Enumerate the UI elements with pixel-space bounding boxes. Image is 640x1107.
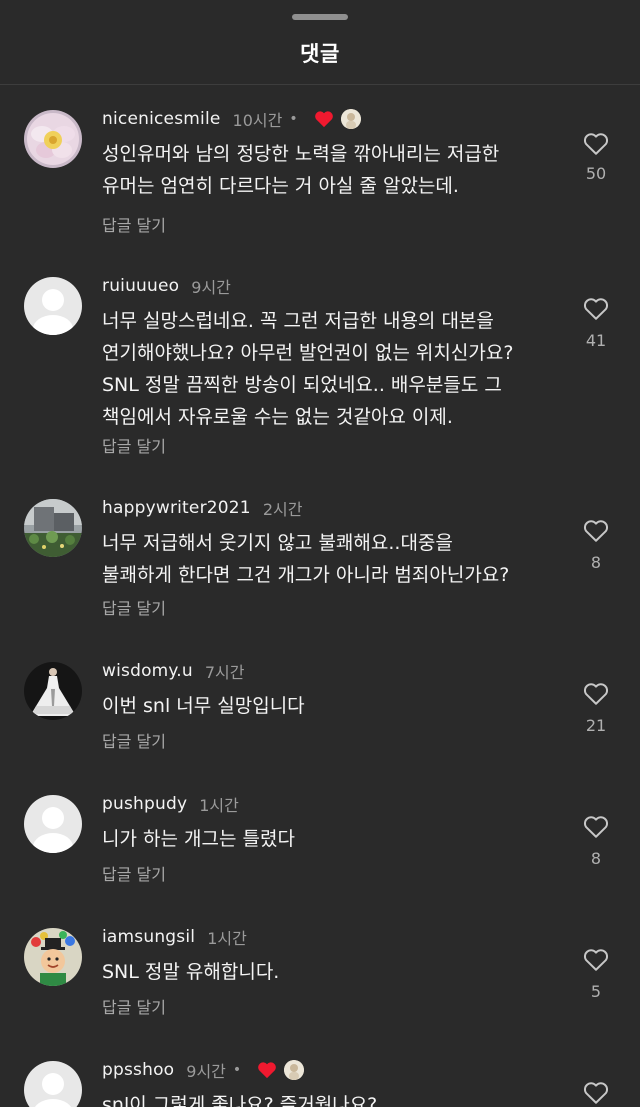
comment-text: 너무 실망스럽네요. 꼭 그런 저급한 내용의 대본을 연기해야했나요? 아무런… (102, 310, 514, 428)
comments-sheet: 댓글 nicenicesmile 10시간 • 성인유머와 남의 정당한 노력을… (0, 0, 640, 1107)
separator-dot: • (232, 1062, 242, 1078)
separator-dot: • (289, 111, 298, 127)
comment-meta: ruiuuueo 9시간 (102, 273, 231, 299)
username[interactable]: pushpudy (102, 794, 187, 814)
creator-avatar (284, 1060, 305, 1080)
comment-text: 너무 저급해서 웃기지 않고 불쾌해요..대중을 불쾌하게 한다면 그건 개그가… (102, 532, 510, 586)
heart-outline-icon[interactable] (583, 1081, 609, 1105)
like-count: 8 (590, 553, 602, 572)
comment-text: 니가 하는 개그는 틀렸다 (102, 828, 295, 850)
heart-filled-icon (314, 110, 334, 128)
heart-outline-icon[interactable] (583, 519, 609, 543)
garden-avatar-image (24, 499, 82, 557)
like-count: 41 (585, 331, 607, 350)
comment-time: 9시간 (186, 1062, 226, 1081)
default-avatar-image (24, 1061, 82, 1107)
reply-button[interactable]: 답글 달기 (102, 433, 166, 457)
avatar[interactable] (24, 1061, 82, 1107)
comment-meta: nicenicesmile 10시간 • (102, 106, 361, 132)
like-count: 50 (585, 164, 607, 183)
heart-outline-icon[interactable] (583, 815, 609, 839)
comment-time: 7시간 (204, 663, 245, 682)
header-divider (0, 84, 640, 85)
comment-text: 성인유머와 남의 정당한 노력을 깎아내리는 저급한 유머는 엄연히 다르다는 … (102, 143, 500, 197)
avatar[interactable] (24, 928, 82, 986)
username[interactable]: happywriter2021 (102, 498, 251, 518)
comment-time: 1시간 (207, 929, 247, 948)
comment-meta: wisdomy.u 7시간 (102, 658, 244, 684)
reply-button[interactable]: 답글 달기 (102, 994, 166, 1018)
heart-outline-icon[interactable] (583, 297, 609, 321)
reply-button[interactable]: 답글 달기 (102, 861, 166, 885)
cartoon-avatar-image (24, 928, 82, 986)
reply-button[interactable]: 답글 달기 (102, 728, 166, 752)
dress-avatar-image (24, 662, 82, 720)
heart-outline-icon[interactable] (583, 682, 609, 706)
comment-time: 9시간 (191, 278, 231, 297)
like-count: 8 (590, 849, 602, 868)
reply-button[interactable]: 답글 달기 (102, 212, 166, 236)
comment-text: snl이 그렇게 좋나요? 즐거웠나요? (102, 1094, 378, 1107)
default-avatar-image (24, 795, 82, 853)
default-avatar-image (24, 277, 82, 335)
avatar[interactable] (24, 277, 82, 335)
like-count: 5 (590, 982, 602, 1001)
username[interactable]: wisdomy.u (102, 661, 193, 681)
sheet-title: 댓글 (300, 42, 340, 66)
drag-handle[interactable] (292, 14, 348, 20)
comment-meta: iamsungsil 1시간 (102, 924, 247, 950)
avatar[interactable] (24, 110, 82, 168)
avatar[interactable] (24, 795, 82, 853)
flower-avatar-image (24, 110, 82, 168)
avatar[interactable] (24, 662, 82, 720)
comment-meta: ppsshoo 9시간 • (102, 1057, 305, 1083)
comment-time: 1시간 (199, 796, 239, 815)
avatar[interactable] (24, 499, 82, 557)
creator-avatar (340, 109, 361, 129)
heart-outline-icon[interactable] (583, 948, 609, 972)
comment-meta: pushpudy 1시간 (102, 791, 239, 817)
comment-time: 2시간 (262, 500, 303, 519)
reply-button[interactable]: 답글 달기 (102, 595, 166, 619)
heart-filled-icon (257, 1061, 277, 1079)
comment-meta: happywriter2021 2시간 (102, 495, 302, 521)
heart-outline-icon[interactable] (583, 132, 609, 156)
username[interactable]: ruiuuueo (102, 276, 179, 296)
comment-text: SNL 정말 유해합니다. (102, 961, 280, 983)
username[interactable]: ppsshoo (102, 1060, 174, 1080)
comment-text: 이번 snl 너무 실망입니다 (102, 695, 305, 717)
username[interactable]: nicenicesmile (102, 109, 221, 129)
comment-time: 10시간 (232, 111, 283, 130)
like-count: 21 (585, 716, 607, 735)
username[interactable]: iamsungsil (102, 927, 195, 947)
